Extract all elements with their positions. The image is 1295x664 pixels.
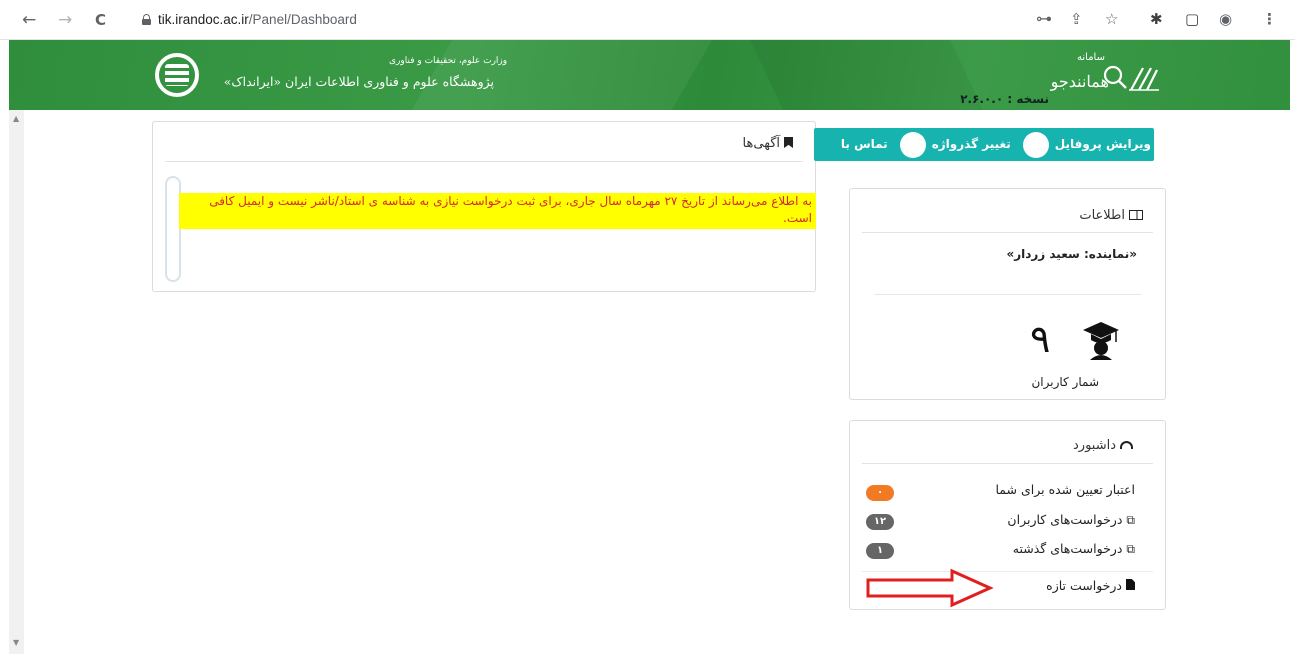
irandoc-logo-icon[interactable] <box>155 53 199 97</box>
share-icon[interactable]: ⇪ <box>1070 10 1083 28</box>
copy-icon: ⧉ <box>1126 513 1135 527</box>
announcements-title: آگهی‌ها <box>743 136 793 151</box>
dashboard-title: داشبورد <box>1073 438 1133 453</box>
credit-row[interactable]: اعتبار تعیین شده برای شما <box>995 482 1135 497</box>
annotation-arrow <box>866 568 994 608</box>
new-request-link[interactable]: درخواست تازه <box>1046 578 1135 593</box>
hamanandjo-logo-icon[interactable] <box>1099 62 1161 92</box>
scroll-up-icon[interactable]: ▲ <box>13 114 19 123</box>
edit-profile-icon <box>1022 131 1049 158</box>
profile-icon[interactable]: ◉ <box>1219 10 1232 28</box>
brand-name: همانندجو <box>1050 72 1109 91</box>
credit-badge: ۰ <box>866 485 894 501</box>
change-password-button[interactable]: تغییر گذرواژه <box>891 128 1014 161</box>
reload-icon[interactable]: C <box>95 10 106 30</box>
page-scrollbar[interactable]: ▲ ▼ <box>9 110 24 654</box>
back-icon[interactable]: ← <box>22 10 36 30</box>
info-panel: اطلاعات «نماینده: سعید زردار» ۹ شمار کار… <box>849 188 1166 400</box>
credit-label: اعتبار تعیین شده برای شما <box>995 482 1135 497</box>
bookmark-icon <box>784 137 793 148</box>
site-header: وزارت علوم، تحقیقات و فناوری پژوهشگاه عل… <box>9 40 1290 110</box>
ministry-label: وزارت علوم، تحقیقات و فناوری <box>389 56 508 66</box>
user-count-label: شمار کاربران <box>1031 375 1099 389</box>
info-title: اطلاعات <box>1079 208 1143 223</box>
announcement-text: به اطلاع می‌رساند از تاریخ ۲۷ مهرماه سال… <box>179 193 816 229</box>
announcements-panel: آگهی‌ها به اطلاع می‌رساند از تاریخ ۲۷ مه… <box>152 121 816 292</box>
bookmark-star-icon[interactable]: ☆ <box>1105 10 1118 28</box>
password-icon <box>899 131 926 158</box>
url-text[interactable]: tik.irandoc.ac.ir/Panel/Dashboard <box>158 12 357 27</box>
version-label: نسخه : ۲.۶.۰.۰ <box>960 92 1049 106</box>
copy-icon: ⧉ <box>1126 542 1135 556</box>
forward-icon[interactable]: → <box>58 10 72 30</box>
past-requests-badge: ۱ <box>866 543 894 559</box>
side-panel-icon[interactable]: ▢ <box>1185 10 1199 28</box>
user-requests-link[interactable]: ⧉درخواست‌های کاربران <box>1007 512 1135 528</box>
extensions-icon[interactable]: ✱ <box>1150 10 1163 28</box>
user-requests-badge: ۱۲ <box>866 514 894 530</box>
key-icon[interactable]: ⊶ <box>1036 10 1052 28</box>
user-count: ۹ <box>1030 317 1051 361</box>
dashboard-icon <box>1120 441 1133 449</box>
lock-icon[interactable] <box>142 14 151 25</box>
past-requests-link[interactable]: ⧉درخواست‌های گذشته <box>1013 541 1135 557</box>
file-icon <box>1126 579 1135 590</box>
menu-icon[interactable]: ⋮ <box>1262 10 1277 28</box>
edit-profile-button[interactable]: ویرایش پروفایل <box>1014 128 1154 161</box>
contact-button[interactable]: تماس با <box>838 128 891 161</box>
representative-name: «نماینده: سعید زردار» <box>1006 247 1137 261</box>
graduation-cap-icon <box>1083 322 1119 360</box>
scroll-down-icon[interactable]: ▼ <box>13 638 19 647</box>
browser-toolbar: ← → C tik.irandoc.ac.ir/Panel/Dashboard … <box>0 0 1295 40</box>
profile-actions-bar: ویرایش پروفایلتغییر گذرواژهتماس با <box>814 128 1154 161</box>
institute-name: پژوهشگاه علوم و فناوری اطلاعات ایران «ای… <box>223 74 494 89</box>
announcement-scroll-frame[interactable] <box>165 176 181 282</box>
id-card-icon <box>1129 210 1143 220</box>
